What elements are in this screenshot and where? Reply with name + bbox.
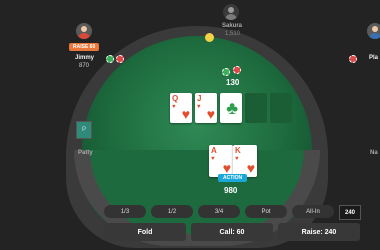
bet-size-all-in-button[interactable]: All-In [292,205,334,218]
player-right-side-name: Na [370,150,378,156]
player-right-avatar[interactable] [367,23,380,39]
bet-size-half-button[interactable]: 1/2 [151,205,193,218]
pot-chip-icon [222,68,230,76]
board-card-3: ♣ [220,93,242,123]
jimmy-bet-chip-icon [106,55,114,63]
smiley-icon [205,33,214,42]
pot-amount: 130 [226,78,240,87]
raise-button[interactable]: Raise: 240 [278,223,360,241]
hero-action-badge: ACTION [218,174,248,182]
fold-button[interactable]: Fold [104,223,186,241]
bet-size-three-quarter-button[interactable]: 3/4 [198,205,240,218]
player-right-name: Pla [369,55,379,61]
player-jimmy-avatar[interactable] [76,23,92,39]
board-card-1: Q ♥ ♥ [170,93,192,123]
board-card-4-empty [245,93,267,123]
hero-stack: 980 [224,186,238,195]
player-top-avatar[interactable] [223,4,239,20]
hero-card-1: A ♥ ♥ [209,145,233,177]
player-jimmy-stack: 870 [79,63,90,69]
call-button[interactable]: Call: 60 [191,223,273,241]
board-card-5-empty [270,93,292,123]
pot-chip-icon [233,66,241,74]
player-patty-seat[interactable]: P [76,121,92,139]
hero-card-2: K ♥ ♥ [233,145,257,177]
player-top-stack: 1,510 [225,31,241,37]
jimmy-bet-chip-icon [116,55,124,63]
player-right-chip-icon [349,55,357,63]
bet-amount-input[interactable]: 240 [339,205,361,220]
player-jimmy-raise-badge: RAISE 60 [69,43,100,51]
player-patty-name: Patty [78,150,93,156]
board-card-2: J ♥ ♥ [195,93,217,123]
bet-size-pot-button[interactable]: Pot [245,205,287,218]
bet-size-third-button[interactable]: 1/3 [104,205,146,218]
player-top-name: Sakura [222,23,243,29]
player-jimmy-name: Jimmy [75,55,95,61]
